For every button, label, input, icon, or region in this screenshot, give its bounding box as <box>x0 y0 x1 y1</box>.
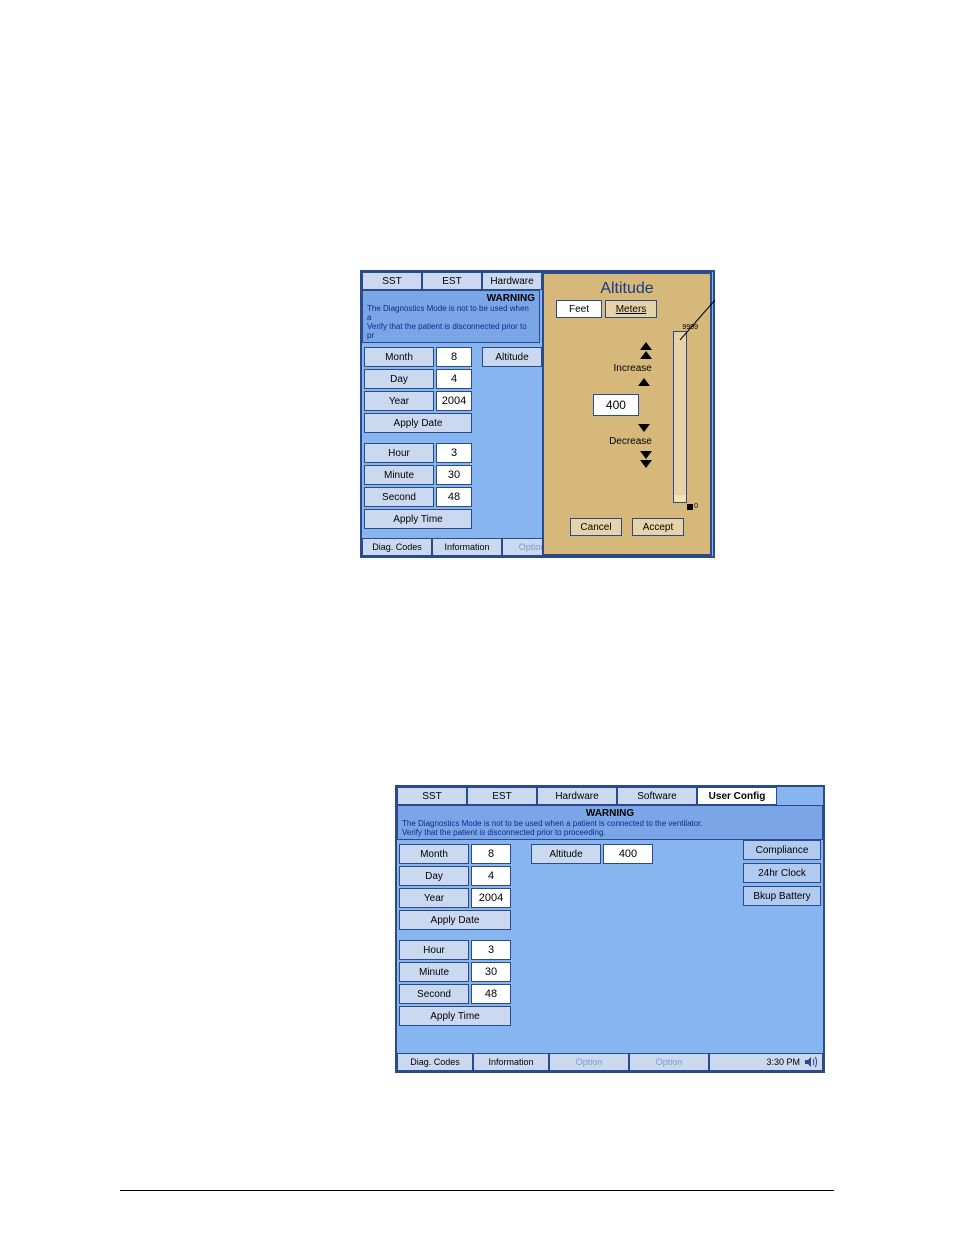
apply-time-button[interactable]: Apply Time <box>364 509 472 529</box>
up-arrow[interactable] <box>638 378 650 386</box>
bottom-clock: 3:30 PM <box>709 1053 823 1071</box>
increase-label: Increase <box>614 363 652 374</box>
label-day: Day <box>364 369 434 389</box>
label-minute: Minute <box>399 962 469 982</box>
value-day[interactable]: 4 <box>471 866 511 886</box>
value-altitude[interactable]: 400 <box>603 844 653 864</box>
label-minute: Minute <box>364 465 434 485</box>
label-month: Month <box>399 844 469 864</box>
callout-line <box>680 300 720 340</box>
tab-hardware[interactable]: Hardware <box>537 787 617 805</box>
footer-rule <box>120 1190 834 1191</box>
tab-est[interactable]: EST <box>422 272 482 290</box>
double-down-arrow[interactable] <box>640 451 652 468</box>
tab-est[interactable]: EST <box>467 787 537 805</box>
value-hour[interactable]: 3 <box>436 443 472 463</box>
label-altitude[interactable]: Altitude <box>482 347 542 367</box>
clock-time: 3:30 PM <box>766 1057 800 1067</box>
apply-date-button[interactable]: Apply Date <box>399 910 511 930</box>
tab-sst[interactable]: SST <box>362 272 422 290</box>
bottom-option-1: Option <box>549 1053 629 1071</box>
gauge-min: 0 <box>694 503 698 510</box>
value-year[interactable]: 2004 <box>471 888 511 908</box>
label-year: Year <box>399 888 469 908</box>
warning-line2: Verify that the patient is disconnected … <box>367 322 535 340</box>
label-second: Second <box>364 487 434 507</box>
value-year[interactable]: 2004 <box>436 391 472 411</box>
warning-line1: The Diagnostics Mode is not to be used w… <box>367 304 535 322</box>
tab-hardware[interactable]: Hardware <box>482 272 542 290</box>
value-second[interactable]: 48 <box>436 487 472 507</box>
label-altitude[interactable]: Altitude <box>531 844 601 864</box>
backup-battery-button[interactable]: Bkup Battery <box>743 886 821 906</box>
value-month[interactable]: 8 <box>471 844 511 864</box>
double-up-arrow[interactable] <box>640 342 652 359</box>
label-year: Year <box>364 391 434 411</box>
label-second: Second <box>399 984 469 1004</box>
value-minute[interactable]: 30 <box>436 465 472 485</box>
label-day: Day <box>399 866 469 886</box>
value-second[interactable]: 48 <box>471 984 511 1004</box>
warning-line1: The Diagnostics Mode is not to be used w… <box>402 819 818 828</box>
apply-time-button[interactable]: Apply Time <box>399 1006 511 1026</box>
label-hour: Hour <box>399 940 469 960</box>
label-hour: Hour <box>364 443 434 463</box>
altitude-title: Altitude <box>550 280 704 298</box>
tab-software[interactable]: Software <box>617 787 697 805</box>
altitude-gauge[interactable] <box>673 331 687 503</box>
value-hour[interactable]: 3 <box>471 940 511 960</box>
bottom-information[interactable]: Information <box>473 1053 549 1071</box>
decrease-label: Decrease <box>609 436 652 447</box>
warning-line2: Verify that the patient is disconnected … <box>402 828 818 837</box>
value-minute[interactable]: 30 <box>471 962 511 982</box>
value-day[interactable]: 4 <box>436 369 472 389</box>
speaker-icon[interactable] <box>804 1056 818 1068</box>
24hr-clock-button[interactable]: 24hr Clock <box>743 863 821 883</box>
label-month: Month <box>364 347 434 367</box>
altitude-value[interactable]: 400 <box>593 394 639 416</box>
tab-user-config[interactable]: User Config <box>697 787 777 805</box>
gauge-marker-icon <box>687 504 693 510</box>
unit-feet-button[interactable]: Feet <box>556 300 602 318</box>
value-month[interactable]: 8 <box>436 347 472 367</box>
bottom-option-2: Option <box>629 1053 709 1071</box>
bottom-diag-codes[interactable]: Diag. Codes <box>397 1053 473 1071</box>
down-arrow[interactable] <box>638 424 650 432</box>
accept-button[interactable]: Accept <box>632 518 684 536</box>
warning-title: WARNING <box>402 808 818 819</box>
tab-sst[interactable]: SST <box>397 787 467 805</box>
apply-date-button[interactable]: Apply Date <box>364 413 472 433</box>
bottom-information[interactable]: Information <box>432 538 502 556</box>
bottom-diag-codes[interactable]: Diag. Codes <box>362 538 432 556</box>
warning-title: WARNING <box>367 293 535 304</box>
compliance-button[interactable]: Compliance <box>743 840 821 860</box>
unit-meters-button[interactable]: Meters <box>605 300 657 318</box>
cancel-button[interactable]: Cancel <box>570 518 622 536</box>
